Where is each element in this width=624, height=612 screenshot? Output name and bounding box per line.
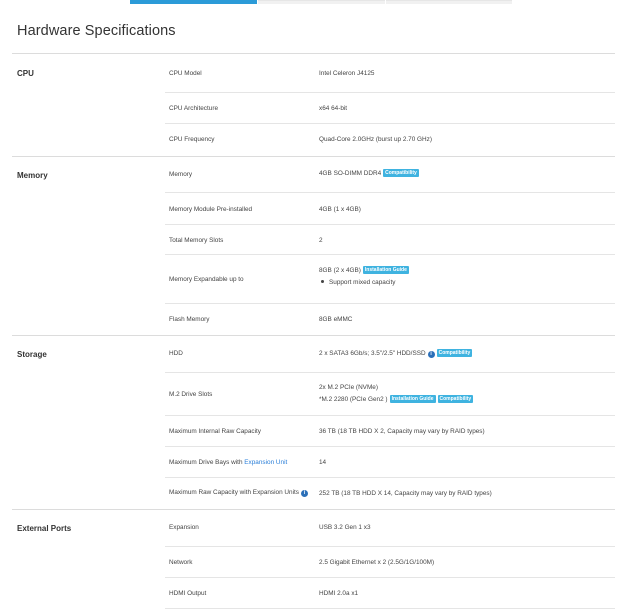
info-icon[interactable]: i — [427, 351, 435, 358]
tab-inactive[interactable] — [386, 0, 512, 4]
spec-row: Maximum Raw Capacity with Expansion Unit… — [165, 478, 615, 509]
compatibility-badge[interactable]: Compatibility — [437, 395, 474, 403]
spec-label: Maximum Raw Capacity with Expansion Unit… — [169, 489, 308, 497]
spec-row: Flash Memory 8GB eMMC — [165, 304, 615, 335]
info-icon[interactable]: i — [301, 490, 308, 497]
spec-label: Memory Module Pre-installed — [169, 206, 253, 213]
spec-value: 2.5 Gigabit Ethernet x 2 (2.5G/1G/100M) — [319, 559, 435, 566]
compatibility-badge[interactable]: Compatibility — [383, 169, 419, 177]
spec-row: Memory Expandable up to 8GB (2 x 4GB) Ins… — [165, 255, 615, 304]
compatibility-badge[interactable]: Compatibility — [436, 349, 473, 357]
spec-value: 8GB (2 x 4GB) Installation Guide — [319, 266, 409, 274]
spec-row: Expansion USB 3.2 Gen 1 x3 — [165, 509, 615, 547]
spec-label: Maximum Drive Bays with Expansion Unit — [169, 459, 287, 466]
spec-value: 2x M.2 PCIe (NVMe) — [319, 384, 378, 391]
tab-active-indicator[interactable] — [130, 0, 257, 4]
spec-label: Network — [169, 559, 193, 566]
spec-label: Total Memory Slots — [169, 237, 224, 244]
spec-row: Network 2.5 Gigabit Ethernet x 2 (2.5G/1… — [165, 547, 615, 578]
tab-bar — [0, 0, 624, 5]
bullet-text: Support mixed capacity — [329, 279, 396, 286]
section-cpu: CPU CPU Model Intel Celeron J4125 CPU Ar… — [12, 53, 615, 156]
spec-value: HDMI 2.0a x1 — [319, 590, 359, 597]
spec-value: Intel Celeron J4125 — [319, 70, 375, 77]
spec-label: Memory — [169, 171, 193, 178]
spec-label-text: Maximum Raw Capacity with Expansion Unit… — [169, 489, 299, 496]
spec-value: x64 64-bit — [319, 105, 348, 112]
bullet-icon — [321, 280, 324, 283]
spec-label: CPU Frequency — [169, 136, 215, 143]
spec-value: 2 — [319, 237, 323, 244]
section-title: Memory — [17, 171, 48, 180]
spec-label: Maximum Internal Raw Capacity — [169, 428, 261, 435]
spec-value: 4GB SO-DIMM DDR4 Compatibility — [319, 169, 419, 177]
spec-label: HDMI Output — [169, 590, 207, 597]
spec-value: 8GB eMMC — [319, 316, 353, 323]
spec-value: 2 x SATA3 6Gb/s; 3.5"/2.5" HDD/SSD i Compa… — [319, 349, 473, 358]
spec-row: CPU Model Intel Celeron J4125 — [165, 53, 615, 93]
spec-value: 36 TB (18 TB HDD X 2, Capacity may vary … — [319, 428, 485, 435]
section-memory: Memory Memory 4GB SO-DIMM DDR4 Compatibil… — [12, 156, 615, 335]
spec-value-text: 8GB (2 x 4GB) — [319, 267, 361, 274]
spec-label: CPU Architecture — [169, 105, 219, 112]
spec-label: Flash Memory — [169, 316, 210, 323]
spec-row: Maximum Drive Bays with Expansion Unit 1… — [165, 447, 615, 478]
spec-value-text: 4GB SO-DIMM DDR4 — [319, 170, 382, 177]
spec-row: Memory 4GB SO-DIMM DDR4 Compatibility — [165, 156, 615, 193]
spec-value: 4GB (1 x 4GB) — [319, 206, 361, 213]
section-title: Storage — [17, 350, 47, 359]
spec-row: Maximum Internal Raw Capacity 36 TB (18 … — [165, 416, 615, 447]
section-title: CPU — [17, 69, 34, 78]
spec-label: CPU Model — [169, 70, 202, 77]
spec-row: CPU Frequency Quad-Core 2.0GHz (burst up… — [165, 124, 615, 156]
spec-row: HDMI Output HDMI 2.0a x1 — [165, 578, 615, 609]
spec-value: 14 — [319, 459, 327, 466]
section-external-ports: External Ports Expansion USB 3.2 Gen 1 x… — [12, 509, 615, 612]
spec-bullet-item: Support mixed capacity — [319, 279, 395, 286]
spec-row: HDD 2 x SATA3 6Gb/s; 3.5"/2.5" HDD/SSD i C… — [165, 335, 615, 373]
expansion-unit-link[interactable]: Expansion Unit — [244, 459, 287, 466]
spec-value: Quad-Core 2.0GHz (burst up 2.70 GHz) — [319, 136, 432, 143]
installation-guide-badge[interactable]: Installation Guide — [389, 395, 436, 403]
section-title: External Ports — [17, 524, 72, 533]
spec-row: M.2 Drive Slots 2x M.2 PCIe (NVMe) *M.2 … — [165, 373, 615, 416]
spec-label: Memory Expandable up to — [169, 276, 244, 283]
spec-row: Total Memory Slots 2 — [165, 225, 615, 255]
spec-label: Expansion — [169, 524, 199, 531]
spec-value: USB 3.2 Gen 1 x3 — [319, 524, 371, 531]
spec-value-line2: *M.2 2280 (PCIe Gen2 ) Installation Guide… — [319, 395, 474, 403]
tab-inactive[interactable] — [258, 0, 385, 4]
spec-row: CPU Architecture x64 64-bit — [165, 93, 615, 124]
section-storage: Storage HDD 2 x SATA3 6Gb/s; 3.5"/2.5" H… — [12, 335, 615, 509]
spec-label: M.2 Drive Slots — [169, 391, 213, 398]
installation-guide-badge[interactable]: Installation Guide — [362, 266, 409, 274]
spec-label: HDD — [169, 350, 183, 357]
spec-row: Memory Module Pre-installed 4GB (1 x 4GB… — [165, 193, 615, 225]
spec-label-text: Maximum Drive Bays with — [169, 459, 245, 466]
page-title: Hardware Specifications — [17, 23, 176, 39]
spec-value: 252 TB (18 TB HDD X 14, Capacity may var… — [319, 490, 492, 497]
spec-value-text: *M.2 2280 (PCIe Gen2 ) — [319, 396, 388, 403]
spec-value-text: 2 x SATA3 6Gb/s; 3.5"/2.5" HDD/SSD — [319, 350, 426, 357]
